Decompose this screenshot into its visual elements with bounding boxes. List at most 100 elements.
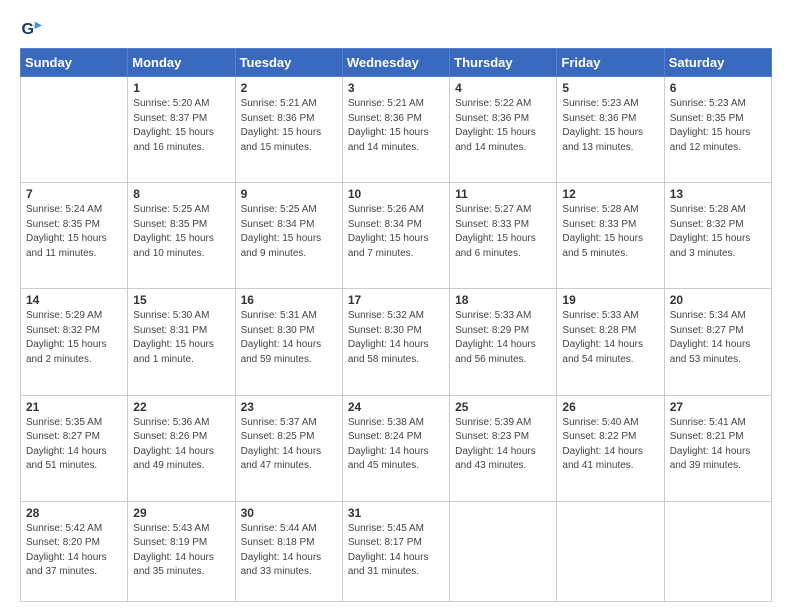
calendar-cell: 9 Sunrise: 5:25 AMSunset: 8:34 PMDaylight… (235, 183, 342, 289)
day-info: Sunrise: 5:44 AMSunset: 8:18 PMDaylight:… (241, 522, 337, 580)
day-info: Sunrise: 5:34 AMSunset: 8:27 PMDaylight:… (670, 309, 766, 367)
calendar-cell (450, 501, 557, 601)
calendar-cell: 16 Sunrise: 5:31 AMSunset: 8:30 PMDayligh… (235, 289, 342, 395)
calendar-cell: 14 Sunrise: 5:29 AMSunset: 8:32 PMDayligh… (21, 289, 128, 395)
day-info: Sunrise: 5:23 AMSunset: 8:35 PMDaylight:… (670, 97, 766, 155)
day-info: Sunrise: 5:39 AMSunset: 8:23 PMDaylight:… (455, 416, 551, 474)
calendar-cell: 11 Sunrise: 5:27 AMSunset: 8:33 PMDayligh… (450, 183, 557, 289)
calendar-cell: 31 Sunrise: 5:45 AMSunset: 8:17 PMDayligh… (342, 501, 449, 601)
day-number: 24 (348, 400, 444, 414)
calendar-cell: 17 Sunrise: 5:32 AMSunset: 8:30 PMDayligh… (342, 289, 449, 395)
calendar-cell: 10 Sunrise: 5:26 AMSunset: 8:34 PMDayligh… (342, 183, 449, 289)
day-number: 12 (562, 187, 658, 201)
day-info: Sunrise: 5:25 AMSunset: 8:34 PMDaylight:… (241, 203, 337, 261)
calendar-cell: 19Sunrise: 5:33 AMSunset: 8:28 PMDayligh… (557, 289, 664, 395)
calendar-cell (557, 501, 664, 601)
day-number: 15 (133, 293, 229, 307)
day-number: 30 (241, 506, 337, 520)
calendar-cell: 29 Sunrise: 5:43 AMSunset: 8:19 PMDayligh… (128, 501, 235, 601)
page: G SundayMondayTuesdayWednesdayThursdayFr… (0, 0, 792, 612)
day-info: Sunrise: 5:29 AMSunset: 8:32 PMDaylight:… (26, 309, 122, 367)
calendar-cell: 20 Sunrise: 5:34 AMSunset: 8:27 PMDayligh… (664, 289, 771, 395)
calendar-cell: 7 Sunrise: 5:24 AMSunset: 8:35 PMDaylight… (21, 183, 128, 289)
day-number: 21 (26, 400, 122, 414)
logo-icon: G (20, 18, 42, 40)
day-info: Sunrise: 5:35 AMSunset: 8:27 PMDaylight:… (26, 416, 122, 474)
day-number: 22 (133, 400, 229, 414)
day-number: 19 (562, 293, 658, 307)
day-number: 7 (26, 187, 122, 201)
calendar-cell: 2 Sunrise: 5:21 AMSunset: 8:36 PMDaylight… (235, 77, 342, 183)
day-info: Sunrise: 5:37 AMSunset: 8:25 PMDaylight:… (241, 416, 337, 474)
calendar-cell: 28 Sunrise: 5:42 AMSunset: 8:20 PMDayligh… (21, 501, 128, 601)
calendar-table: SundayMondayTuesdayWednesdayThursdayFrid… (20, 48, 772, 602)
day-info: Sunrise: 5:42 AMSunset: 8:20 PMDaylight:… (26, 522, 122, 580)
day-info: Sunrise: 5:40 AMSunset: 8:22 PMDaylight:… (562, 416, 658, 474)
weekday-header: Thursday (450, 49, 557, 77)
calendar-cell: 6 Sunrise: 5:23 AMSunset: 8:35 PMDaylight… (664, 77, 771, 183)
day-number: 23 (241, 400, 337, 414)
calendar-cell (664, 501, 771, 601)
day-number: 3 (348, 81, 444, 95)
calendar-cell: 26Sunrise: 5:40 AMSunset: 8:22 PMDayligh… (557, 395, 664, 501)
day-info: Sunrise: 5:21 AMSunset: 8:36 PMDaylight:… (348, 97, 444, 155)
day-info: Sunrise: 5:30 AMSunset: 8:31 PMDaylight:… (133, 309, 229, 367)
calendar-cell (21, 77, 128, 183)
calendar-cell: 8 Sunrise: 5:25 AMSunset: 8:35 PMDaylight… (128, 183, 235, 289)
calendar-cell: 13 Sunrise: 5:28 AMSunset: 8:32 PMDayligh… (664, 183, 771, 289)
day-number: 8 (133, 187, 229, 201)
calendar-cell: 12 Sunrise: 5:28 AMSunset: 8:33 PMDayligh… (557, 183, 664, 289)
day-info: Sunrise: 5:33 AMSunset: 8:29 PMDaylight:… (455, 309, 551, 367)
day-info: Sunrise: 5:22 AMSunset: 8:36 PMDaylight:… (455, 97, 551, 155)
day-number: 5 (562, 81, 658, 95)
day-info: Sunrise: 5:28 AMSunset: 8:32 PMDaylight:… (670, 203, 766, 261)
calendar-cell: 5 Sunrise: 5:23 AMSunset: 8:36 PMDaylight… (557, 77, 664, 183)
calendar-cell: 23 Sunrise: 5:37 AMSunset: 8:25 PMDayligh… (235, 395, 342, 501)
day-info: Sunrise: 5:32 AMSunset: 8:30 PMDaylight:… (348, 309, 444, 367)
day-number: 4 (455, 81, 551, 95)
day-number: 25 (455, 400, 551, 414)
day-info: Sunrise: 5:23 AMSunset: 8:36 PMDaylight:… (562, 97, 658, 155)
day-number: 14 (26, 293, 122, 307)
day-number: 31 (348, 506, 444, 520)
day-number: 6 (670, 81, 766, 95)
day-info: Sunrise: 5:25 AMSunset: 8:35 PMDaylight:… (133, 203, 229, 261)
calendar-cell: 30 Sunrise: 5:44 AMSunset: 8:18 PMDayligh… (235, 501, 342, 601)
day-info: Sunrise: 5:45 AMSunset: 8:17 PMDaylight:… (348, 522, 444, 580)
weekday-header: Friday (557, 49, 664, 77)
svg-text:G: G (21, 20, 34, 38)
day-number: 13 (670, 187, 766, 201)
day-info: Sunrise: 5:28 AMSunset: 8:33 PMDaylight:… (562, 203, 658, 261)
day-number: 16 (241, 293, 337, 307)
day-number: 11 (455, 187, 551, 201)
day-info: Sunrise: 5:38 AMSunset: 8:24 PMDaylight:… (348, 416, 444, 474)
day-info: Sunrise: 5:20 AMSunset: 8:37 PMDaylight:… (133, 97, 229, 155)
day-number: 29 (133, 506, 229, 520)
day-number: 20 (670, 293, 766, 307)
day-number: 1 (133, 81, 229, 95)
calendar-cell: 3 Sunrise: 5:21 AMSunset: 8:36 PMDaylight… (342, 77, 449, 183)
header: G (20, 18, 772, 40)
day-number: 18 (455, 293, 551, 307)
weekday-header: Tuesday (235, 49, 342, 77)
calendar-cell: 22 Sunrise: 5:36 AMSunset: 8:26 PMDayligh… (128, 395, 235, 501)
calendar-cell: 25 Sunrise: 5:39 AMSunset: 8:23 PMDayligh… (450, 395, 557, 501)
day-number: 2 (241, 81, 337, 95)
calendar-cell: 1 Sunrise: 5:20 AMSunset: 8:37 PMDaylight… (128, 77, 235, 183)
calendar-cell: 27Sunrise: 5:41 AMSunset: 8:21 PMDayligh… (664, 395, 771, 501)
day-info: Sunrise: 5:24 AMSunset: 8:35 PMDaylight:… (26, 203, 122, 261)
day-info: Sunrise: 5:27 AMSunset: 8:33 PMDaylight:… (455, 203, 551, 261)
day-info: Sunrise: 5:26 AMSunset: 8:34 PMDaylight:… (348, 203, 444, 261)
weekday-header: Wednesday (342, 49, 449, 77)
day-info: Sunrise: 5:43 AMSunset: 8:19 PMDaylight:… (133, 522, 229, 580)
day-number: 17 (348, 293, 444, 307)
day-number: 28 (26, 506, 122, 520)
day-number: 10 (348, 187, 444, 201)
day-number: 9 (241, 187, 337, 201)
day-info: Sunrise: 5:21 AMSunset: 8:36 PMDaylight:… (241, 97, 337, 155)
day-info: Sunrise: 5:31 AMSunset: 8:30 PMDaylight:… (241, 309, 337, 367)
day-info: Sunrise: 5:36 AMSunset: 8:26 PMDaylight:… (133, 416, 229, 474)
weekday-header: Saturday (664, 49, 771, 77)
logo: G (20, 18, 46, 40)
weekday-header: Monday (128, 49, 235, 77)
